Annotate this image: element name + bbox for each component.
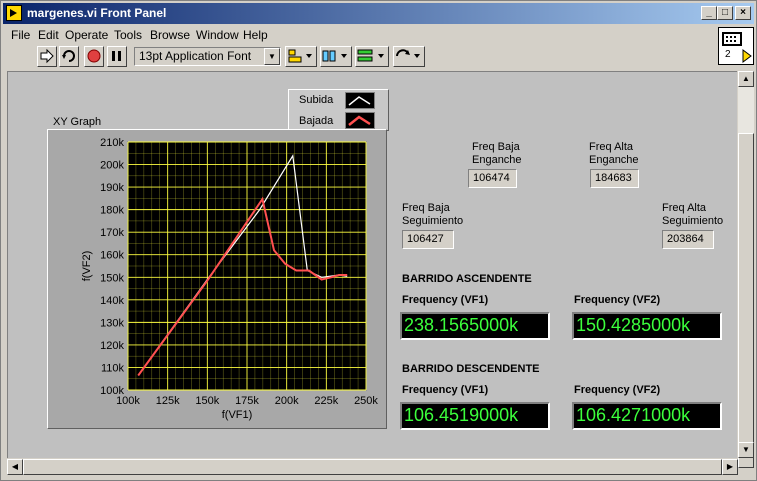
horizontal-scrollbar[interactable]: ◀ ▶	[7, 459, 738, 475]
scroll-left-icon[interactable]: ◀	[7, 459, 23, 475]
y-tick-label: 140k	[100, 295, 124, 307]
maximize-button[interactable]: □	[717, 6, 733, 20]
distribute-objects-icon	[322, 50, 347, 62]
freq-baja-seguimiento-label-2: Seguimiento	[402, 215, 464, 227]
chevron-down-icon[interactable]: ▼	[264, 48, 280, 65]
freq-alta-seguimiento-label-2: Seguimiento	[662, 215, 724, 227]
y-tick-label: 100k	[100, 385, 124, 397]
abort-stop-icon	[87, 49, 101, 63]
x-tick-label: 125k	[156, 395, 180, 407]
y-tick-label: 130k	[100, 317, 124, 329]
x-tick-label: 175k	[235, 395, 259, 407]
labview-vi-icon	[6, 5, 22, 21]
y-tick-label: 150k	[100, 272, 124, 284]
y-axis-label: f(VF2)	[81, 251, 93, 282]
menu-tools[interactable]: Tools	[114, 28, 142, 42]
freq-alta-seguimiento-label-1: Freq Alta	[662, 202, 707, 214]
pause-icon	[112, 51, 121, 61]
freq-alta-seguimiento-indicator: 203864	[662, 230, 714, 249]
menu-help[interactable]: Help	[243, 28, 268, 42]
legend-bajada-line-icon	[348, 115, 371, 126]
align-objects-icon	[288, 49, 312, 63]
legend-subida-label: Subida	[299, 94, 334, 106]
x-tick-label: 200k	[275, 395, 299, 407]
resize-objects-icon	[357, 49, 384, 62]
desc-vf2-label: Frequency (VF2)	[574, 384, 661, 396]
menu-window[interactable]: Window	[196, 28, 239, 42]
menu-operate[interactable]: Operate	[65, 28, 108, 42]
y-tick-label: 210k	[100, 137, 124, 149]
freq-alta-enganche-indicator: 184683	[590, 169, 639, 188]
freq-baja-seguimiento-label-1: Freq Baja	[402, 202, 450, 214]
x-tick-label: 150k	[195, 395, 219, 407]
asc-vf1-indicator: 238.1565000k	[400, 312, 550, 340]
run-button[interactable]	[37, 46, 57, 67]
freq-baja-enganche-label-1: Freq Baja	[472, 141, 520, 153]
window-title: margenes.vi Front Panel	[27, 6, 167, 20]
legend-subida-swatch[interactable]	[345, 92, 375, 109]
menu-edit[interactable]: Edit	[38, 28, 59, 42]
menu-browse[interactable]: Browse	[150, 28, 190, 42]
run-continuously-icon	[62, 50, 75, 62]
distribute-objects-button[interactable]	[320, 46, 352, 67]
desc-vf1-indicator: 106.4519000k	[400, 402, 550, 430]
run-arrow-icon	[40, 48, 54, 64]
legend-subida-line-icon	[348, 96, 371, 106]
reorder-button[interactable]	[393, 46, 425, 67]
freq-alta-enganche-label-2: Enganche	[589, 154, 639, 166]
y-tick-label: 110k	[101, 362, 125, 374]
legend-bajada-swatch[interactable]	[345, 112, 375, 129]
font-selector-value: 13pt Application Font	[139, 49, 252, 63]
front-panel-window: margenes.vi Front Panel _ □ × File Edit …	[0, 0, 757, 481]
barrido-ascendente-heading: BARRIDO ASCENDENTE	[402, 273, 532, 285]
y-tick-label: 180k	[100, 205, 124, 217]
asc-vf2-indicator: 150.4285000k	[572, 312, 722, 340]
asc-vf1-label: Frequency (VF1)	[402, 294, 489, 306]
freq-baja-enganche-indicator: 106474	[468, 169, 517, 188]
horizontal-scroll-thumb[interactable]	[23, 459, 722, 475]
plot-legend[interactable]: Subida Bajada	[288, 89, 389, 131]
scroll-down-icon[interactable]: ▼	[738, 442, 754, 458]
align-objects-button[interactable]	[285, 46, 317, 67]
freq-alta-enganche-label-1: Freq Alta	[589, 141, 634, 153]
xy-graph-plot: 100k 125k 150k 175k 200k 225k 250k100k110k120k…	[81, 137, 378, 421]
desc-vf1-label: Frequency (VF1)	[402, 384, 489, 396]
scroll-right-icon[interactable]: ▶	[722, 459, 738, 475]
xy-graph[interactable]: 100k 125k 150k 175k 200k 225k 250k 100k 110k 120k…	[47, 129, 387, 429]
x-tick-label: 250k	[354, 395, 378, 407]
minimize-button[interactable]: _	[701, 6, 717, 20]
y-tick-label: 170k	[100, 227, 124, 239]
toolbar: 13pt Application Font ▼	[3, 44, 713, 69]
graph-label: XY Graph	[53, 116, 102, 128]
abort-button[interactable]	[84, 46, 104, 67]
reorder-icon	[396, 49, 420, 58]
close-button[interactable]: ×	[735, 6, 751, 20]
vertical-scrollbar[interactable]: ▲ ▼	[738, 71, 754, 468]
x-tick-label: 225k	[314, 395, 338, 407]
scroll-up-icon[interactable]: ▲	[738, 71, 754, 87]
y-tick-label: 120k	[100, 340, 124, 352]
y-tick-label: 200k	[100, 160, 124, 172]
connector-pane-icon[interactable]: 2	[718, 27, 754, 65]
legend-bajada-label: Bajada	[299, 115, 334, 127]
title-bar[interactable]: margenes.vi Front Panel _ □ ×	[3, 3, 754, 24]
asc-vf2-label: Frequency (VF2)	[574, 294, 661, 306]
menu-file[interactable]: File	[11, 28, 30, 42]
font-selector[interactable]: 13pt Application Font ▼	[134, 47, 281, 66]
desc-vf2-indicator: 106.4271000k	[572, 402, 722, 430]
connector-label: 2	[725, 49, 731, 60]
run-continuously-button[interactable]	[59, 46, 79, 67]
y-tick-label: 160k	[100, 250, 124, 262]
barrido-descendente-heading: BARRIDO DESCENDENTE	[402, 363, 540, 375]
x-axis-label: f(VF1)	[222, 409, 253, 421]
vertical-scroll-thumb[interactable]	[738, 133, 754, 468]
pause-button[interactable]	[107, 46, 127, 67]
y-tick-label: 190k	[100, 182, 124, 194]
freq-baja-enganche-label-2: Enganche	[472, 154, 522, 166]
menu-bar: File Edit Operate Tools Browse Window He…	[3, 25, 713, 44]
resize-objects-button[interactable]	[355, 46, 389, 67]
freq-baja-seguimiento-indicator: 106427	[402, 230, 454, 249]
